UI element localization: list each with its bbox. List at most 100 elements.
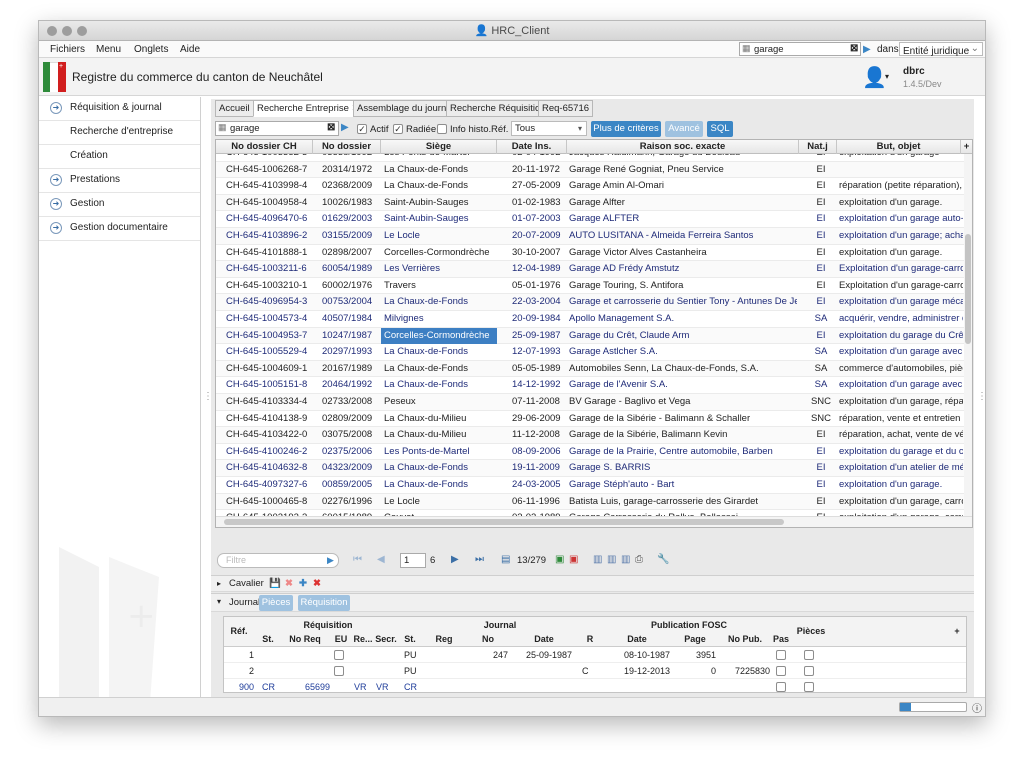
table-cell[interactable]: réparation, achat, vente de véhicu xyxy=(839,427,963,443)
table-cell[interactable]: CH-645-1005151-8 xyxy=(226,377,318,393)
table-cell[interactable]: exploitation d'un garage auto-mot xyxy=(839,211,963,227)
table-row[interactable]: CH-645-4104138-9 02809/2009 La Chaux-du-Mi… xyxy=(216,411,964,428)
table-cell[interactable]: 20297/1993 xyxy=(322,344,380,360)
first-page-icon[interactable]: ⏮ xyxy=(353,554,362,565)
clear-icon[interactable]: ⊠ xyxy=(850,43,858,54)
sidebar-item-gestion[interactable]: ➜ Gestion xyxy=(39,193,200,217)
table-row[interactable]: CH-645-4096470-6 01629/2003 Saint-Aubin-Sa… xyxy=(216,211,964,228)
clear-icon[interactable]: ⊠ xyxy=(327,122,335,133)
table-row[interactable]: 1 PU 247 25-09-1987 08-10-1987 3951 xyxy=(224,647,966,663)
table-cell[interactable]: PU xyxy=(404,647,424,663)
table-cell[interactable]: 20314/1972 xyxy=(322,162,380,178)
table-cell[interactable]: 60054/1989 xyxy=(322,261,380,277)
table-row[interactable]: CH-645-4097327-6 00859/2005 La Chaux-de-Fo… xyxy=(216,477,964,494)
table-cell[interactable]: BV Garage - Baglivo et Vega xyxy=(569,394,797,410)
search-go-icon[interactable]: ▶ xyxy=(341,122,349,133)
pieces-button[interactable]: Pièces xyxy=(259,595,293,611)
remove-icon[interactable]: ✖ xyxy=(313,576,321,592)
column-header[interactable]: Date Ins. xyxy=(497,140,567,154)
table-cell[interactable]: EI xyxy=(806,494,836,510)
table-cell[interactable]: La Chaux-de-Fonds xyxy=(384,361,496,377)
page-number-input[interactable]: 1 xyxy=(400,553,426,568)
table-cell[interactable] xyxy=(839,162,963,178)
table-cell[interactable] xyxy=(376,663,396,679)
column-header[interactable]: But, objet xyxy=(837,140,961,154)
sidebar-item-gestion-documentaire[interactable]: ➜ Gestion documentaire xyxy=(39,217,200,241)
actif-checkbox[interactable]: ✓ xyxy=(357,124,367,134)
table-row[interactable]: CH-645-4100246-2 02375/2006 Les Ponts-de-M… xyxy=(216,444,964,461)
table-cell[interactable] xyxy=(468,663,508,679)
table-cell[interactable]: Garage de la Sibérie - Balimann & Schall… xyxy=(569,411,797,427)
table-cell[interactable]: 7225830 xyxy=(720,663,770,679)
table-row[interactable]: CH-645-1005151-8 20464/1992 La Chaux-de-Fo… xyxy=(216,377,964,394)
table-cell[interactable]: CH-645-1005529-4 xyxy=(226,344,318,360)
table-row[interactable]: 2 PU C 19-12-2013 0 7225830 xyxy=(224,663,966,679)
table-row[interactable]: CH-645-1003211-6 60054/1989 Les Verrières 1… xyxy=(216,261,964,278)
table-row[interactable]: CH-645-4103422-0 03075/2008 La Chaux-du-Mi… xyxy=(216,427,964,444)
table-row[interactable]: CH-645-4103896-2 03155/2009 Le Locle 20-07-… xyxy=(216,228,964,245)
table-row[interactable]: CH-645-1003210-1 60002/1976 Travers 05-01-1… xyxy=(216,278,964,295)
table-cell[interactable]: 20464/1992 xyxy=(322,377,380,393)
table-cell[interactable]: EI xyxy=(806,162,836,178)
table-cell[interactable] xyxy=(354,647,374,663)
table-cell[interactable]: EI xyxy=(806,228,836,244)
table-row[interactable]: CH-645-1006268-7 20314/1972 La Chaux-de-Fo… xyxy=(216,161,964,179)
table-cell[interactable]: 00753/2004 xyxy=(322,294,380,310)
table-cell[interactable]: La Chaux-du-Milieu xyxy=(384,411,496,427)
previous-page-icon[interactable]: ◀ xyxy=(377,554,385,565)
table-cell[interactable]: CH-645-4103998-4 xyxy=(226,178,318,194)
table-cell[interactable]: Garage Victor Alves Castanheira xyxy=(569,245,797,261)
table-cell[interactable]: La Chaux-de-Fonds xyxy=(384,477,496,493)
table-cell[interactable] xyxy=(468,679,508,692)
table-cell[interactable]: Garage René Gogniat, Pneu Service xyxy=(569,162,797,178)
tab-accueil[interactable]: Accueil xyxy=(215,100,254,117)
table-row[interactable]: CH-645-1004609-1 20167/1989 La Chaux-de-Fo… xyxy=(216,360,964,378)
last-page-icon[interactable]: ⏭ xyxy=(475,554,484,565)
table-cell[interactable]: La Chaux-du-Milieu xyxy=(384,427,496,443)
next-page-icon[interactable]: ▶ xyxy=(451,554,459,565)
menu-onglets[interactable]: Onglets xyxy=(134,44,168,55)
table-cell[interactable]: Batista Luis, garage-carrosserie des Gir… xyxy=(569,494,797,510)
table-cell[interactable]: commerce d'automobiles, pièces xyxy=(839,361,963,377)
table-cell[interactable]: 25-09-1987 xyxy=(512,647,572,663)
table-cell[interactable]: exploitation d'un garage, carrosse xyxy=(839,494,963,510)
table-cell[interactable]: 19-12-2013 xyxy=(604,663,670,679)
table-cell[interactable] xyxy=(354,663,374,679)
table-cell[interactable]: 01629/2003 xyxy=(322,211,380,227)
sidebar-item-recherche[interactable]: Recherche d'entreprise xyxy=(39,121,200,145)
table-row[interactable]: CH-645-4104632-8 04323/2009 La Chaux-de-Fo… xyxy=(216,460,964,477)
table-cell[interactable]: La Chaux-de-Fonds xyxy=(384,344,496,360)
row-checkbox[interactable] xyxy=(334,650,344,660)
table-cell[interactable]: CH-645-1003352-3 xyxy=(226,154,318,161)
table-cell[interactable]: Garage ALFTER xyxy=(569,211,797,227)
table-cell[interactable]: Garage Astlcher S.A. xyxy=(569,344,797,360)
table-cell[interactable]: 02733/2008 xyxy=(322,394,380,410)
table-cell[interactable]: Garage Amin Al-Omari xyxy=(569,178,797,194)
table-cell[interactable]: CH-645-4100246-2 xyxy=(226,444,318,460)
table-cell[interactable]: 00859/2005 xyxy=(322,477,380,493)
search-go-icon[interactable]: ▶ xyxy=(863,44,871,55)
save-icon[interactable]: 💾 xyxy=(269,576,281,592)
tab-assemblage-journal[interactable]: Assemblage du journal xyxy=(353,100,458,117)
table-cell[interactable]: 0 xyxy=(672,663,716,679)
table-cell[interactable] xyxy=(280,663,330,679)
table-cell[interactable]: Garage de la Prairie, Centre automobile,… xyxy=(569,444,797,460)
table-cell[interactable]: Garage Alfter xyxy=(569,195,797,211)
table-cell[interactable]: Garage Touring, S. Antifora xyxy=(569,278,797,294)
row-checkbox[interactable] xyxy=(804,682,814,692)
table-cell[interactable]: 02276/1996 xyxy=(322,494,380,510)
table-cell[interactable] xyxy=(424,647,464,663)
sidebar-item-requisition[interactable]: ➜ Réquisition & journal xyxy=(39,97,200,121)
table-cell[interactable]: EI xyxy=(806,328,836,344)
table-row[interactable]: CH-645-1000465-8 02276/1996 Le Locle 06-11-… xyxy=(216,493,964,511)
table-cell[interactable] xyxy=(424,679,464,692)
info-histo-checkbox[interactable] xyxy=(437,124,447,134)
splitter-handle-icon[interactable]: ⋮ xyxy=(977,391,985,402)
column-header[interactable]: No dossier xyxy=(313,140,381,154)
table-cell[interactable] xyxy=(376,647,396,663)
table-cell[interactable]: réparation, vente et entretien de v xyxy=(839,411,963,427)
column-header[interactable]: No dossier CH xyxy=(216,140,313,154)
table-cell[interactable]: CH-645-4096954-3 xyxy=(226,294,318,310)
table-cell[interactable]: EI xyxy=(806,211,836,227)
table-cell[interactable]: Jacques Haldimann, Garage du Bouleau xyxy=(569,154,797,161)
